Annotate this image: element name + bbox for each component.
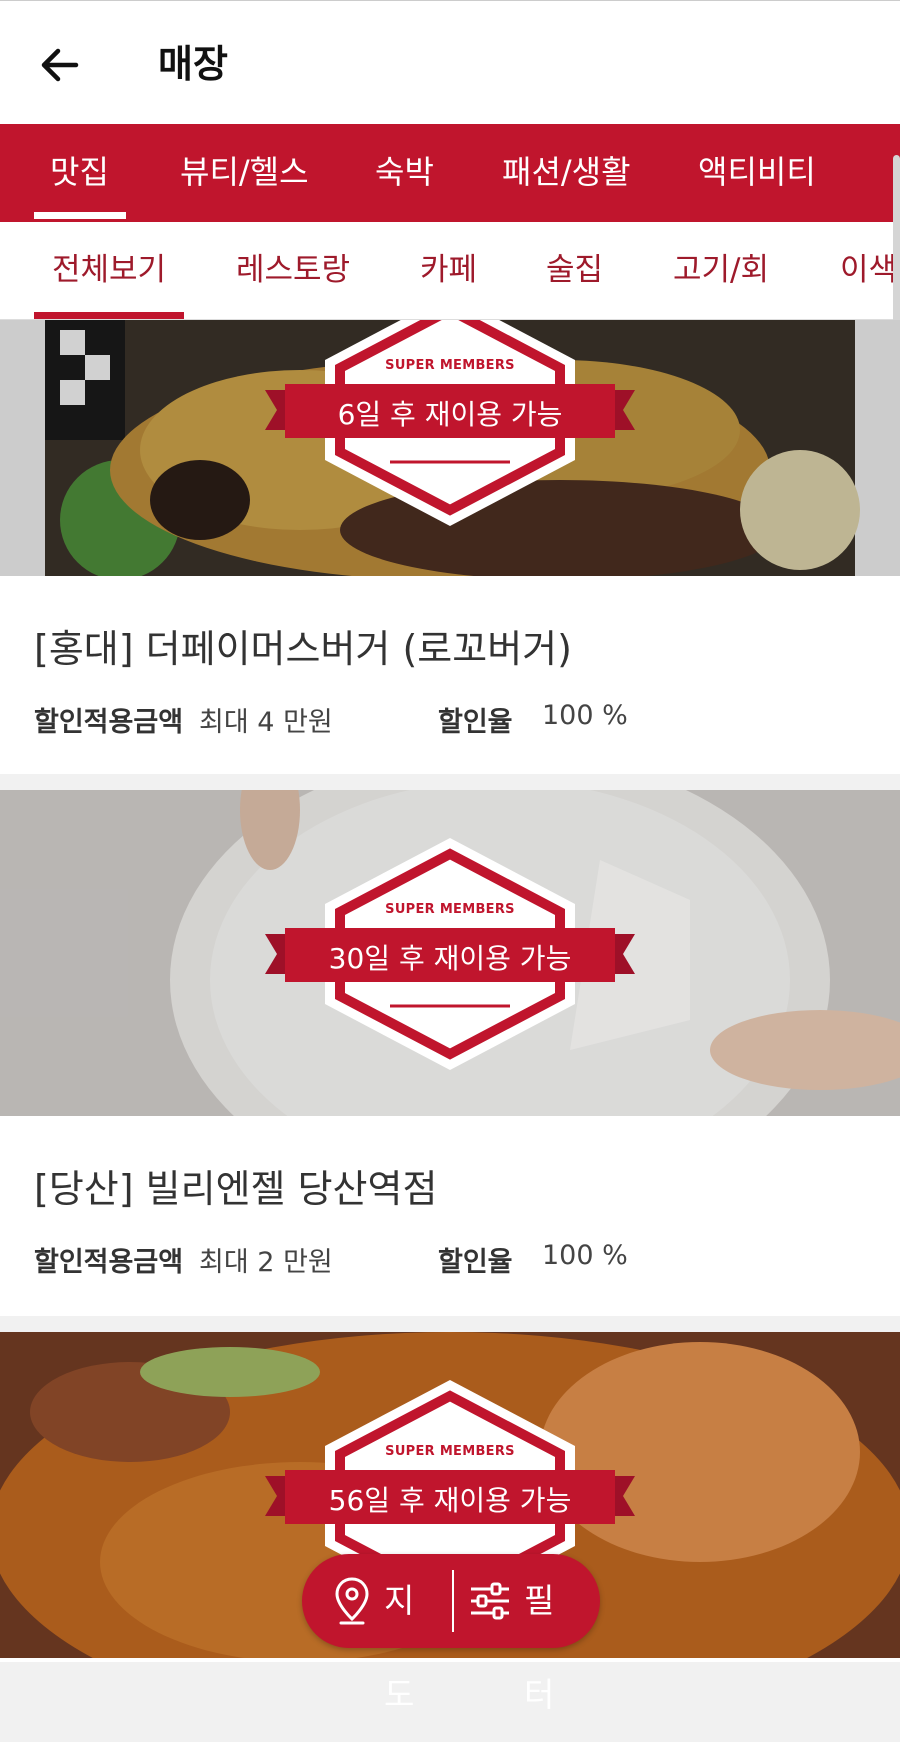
subtab-meat-sashimi[interactable]: 고기/회 <box>673 222 769 319</box>
discount-rate-value: 100 % <box>542 1240 628 1271</box>
store-card[interactable]: SUPER MEMBERS 30일 후 재이용 가능 [당산] 빌리엔젤 당산역… <box>0 790 900 1316</box>
badge-brand-text: SUPER MEMBERS <box>385 902 515 917</box>
store-name: [당산] 빌리엔젤 당산역점 <box>34 1167 438 1211</box>
discount-amount-value: 최대 2 만원 <box>199 1247 333 1278</box>
reuse-countdown: 30일 후 재이용 가능 <box>328 942 572 975</box>
discount-info: 할인적용금액 최대 4 만원 할인율 100 % <box>34 700 628 739</box>
reuse-badge: SUPER MEMBERS 6일 후 재이용 가능 <box>255 320 645 540</box>
category-tab-bar: 맛집 뷰티/헬스 숙박 패션/생활 액티비티 <box>0 124 900 222</box>
sliders-icon <box>471 1582 509 1620</box>
store-image: SUPER MEMBERS 30일 후 재이용 가능 <box>0 790 900 1116</box>
map-label: 지도 <box>384 1581 415 1714</box>
subcategory-tab-bar: 전체보기 레스토랑 카페 술집 고기/회 이색 <box>0 222 900 320</box>
subtab-bar[interactable]: 술집 <box>546 222 603 319</box>
subtab-unique[interactable]: 이색 <box>840 222 897 319</box>
store-image: SUPER MEMBERS 6일 후 재이용 가능 <box>0 320 900 576</box>
discount-rate-label: 할인율 <box>438 707 513 738</box>
app-header: 매장 <box>0 0 900 124</box>
store-card[interactable]: SUPER MEMBERS 6일 후 재이용 가능 [홍대] 더페이머스버거 (… <box>0 320 900 774</box>
fab-divider <box>452 1570 454 1632</box>
badge-brand-text: SUPER MEMBERS <box>385 1444 515 1459</box>
arrow-left-icon <box>41 48 79 82</box>
reuse-countdown: 6일 후 재이용 가능 <box>337 398 563 431</box>
filter-label: 필터 <box>524 1581 555 1714</box>
tab-activity[interactable]: 액티비티 <box>698 124 816 222</box>
location-pin-icon <box>335 1577 369 1625</box>
discount-rate-label: 할인율 <box>438 1247 513 1278</box>
discount-info: 할인적용금액 최대 2 만원 할인율 100 % <box>34 1240 628 1279</box>
badge-brand-text: SUPER MEMBERS <box>385 358 515 373</box>
store-name: [홍대] 더페이머스버거 (로꼬버거) <box>34 627 572 671</box>
discount-amount-label: 할인적용금액 <box>34 1247 184 1278</box>
reuse-countdown: 56일 후 재이용 가능 <box>328 1484 572 1517</box>
discount-amount-label: 할인적용금액 <box>34 707 184 738</box>
tab-restaurants[interactable]: 맛집 <box>50 124 109 222</box>
subcategory-active-indicator <box>34 312 184 319</box>
subtab-restaurant[interactable]: 레스토랑 <box>236 222 350 319</box>
tab-beauty-health[interactable]: 뷰티/헬스 <box>180 124 309 222</box>
map-filter-fab: 지도 필터 <box>302 1554 600 1714</box>
reuse-badge: SUPER MEMBERS 30일 후 재이용 가능 <box>255 824 645 1084</box>
discount-amount-value: 최대 4 만원 <box>199 707 333 738</box>
subtab-all[interactable]: 전체보기 <box>52 222 166 319</box>
discount-rate-value: 100 % <box>542 700 628 731</box>
subtab-cafe[interactable]: 카페 <box>420 222 477 319</box>
tab-fashion-living[interactable]: 패션/생활 <box>502 124 631 222</box>
back-button[interactable] <box>36 39 88 91</box>
category-active-indicator <box>34 212 126 219</box>
tab-lodging[interactable]: 숙박 <box>375 124 434 222</box>
page-title: 매장 <box>158 42 228 86</box>
